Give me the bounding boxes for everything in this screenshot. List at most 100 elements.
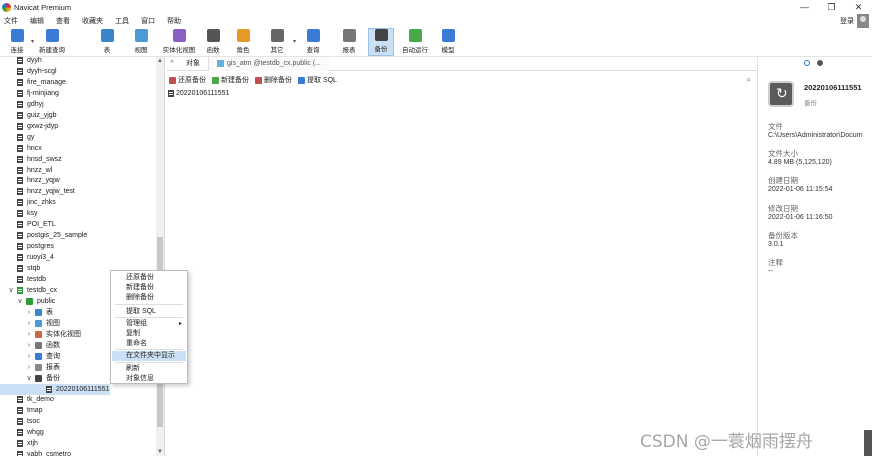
- database-icon: [17, 418, 23, 426]
- tree-item-folder[interactable]: › 查询: [25, 351, 60, 362]
- toolbar-materialized-view-button[interactable]: 实体化视图: [160, 28, 198, 56]
- tree-item-database[interactable]: hnzz_yqjw: [17, 175, 60, 186]
- chevron-right-icon[interactable]: ›: [25, 362, 33, 373]
- context-menu-item[interactable]: 还原备份: [112, 273, 186, 283]
- maximize-button[interactable]: ❐: [818, 0, 845, 14]
- search-icon[interactable]: ⌕: [747, 75, 751, 85]
- user-avatar-icon[interactable]: [857, 14, 869, 28]
- context-menu-item[interactable]: 新建备份: [112, 283, 186, 293]
- chevron-down-icon[interactable]: ∨: [16, 296, 24, 307]
- chevron-right-icon[interactable]: ›: [25, 329, 33, 340]
- toolbar-automation-button[interactable]: 自动运行: [398, 28, 432, 56]
- tree-item-database[interactable]: xtjh: [17, 438, 38, 449]
- object-toolbar-button[interactable]: 还原备份: [169, 75, 206, 85]
- context-menu-item[interactable]: 管理组 ▸: [112, 319, 186, 329]
- tree-item-database[interactable]: jinc_zhks: [17, 197, 56, 208]
- toolbar-other-button[interactable]: 其它 ▾: [262, 28, 296, 56]
- chevron-right-icon[interactable]: ›: [25, 340, 33, 351]
- tree-item-database[interactable]: ∨ public: [16, 296, 55, 307]
- scroll-up-arrow-icon[interactable]: ▲: [157, 58, 163, 64]
- tree-item-database[interactable]: fj-minjiang: [17, 88, 59, 99]
- tree-item-database[interactable]: ksy: [17, 208, 38, 219]
- tree-item-folder[interactable]: › 视图: [25, 318, 60, 329]
- toolbar-role-button[interactable]: 角色: [228, 28, 258, 56]
- tree-item-database[interactable]: postgis_25_sample: [17, 230, 87, 241]
- toolbar-backup-button[interactable]: 备份: [368, 28, 394, 56]
- chevron-down-icon[interactable]: ∨: [7, 285, 15, 296]
- toolbar-connect-button[interactable]: 连接 ▾: [4, 28, 34, 56]
- toolbar-model-button[interactable]: 模型: [436, 28, 460, 56]
- menu-file[interactable]: 文件: [0, 16, 26, 26]
- tab-objects[interactable]: 对象: [178, 56, 209, 71]
- info-tab-ddl[interactable]: [817, 60, 823, 66]
- info-tab-general[interactable]: [804, 60, 810, 66]
- tree-item-folder[interactable]: › 函数: [25, 340, 60, 351]
- tree-item-database[interactable]: ∨ testdb_cx: [7, 285, 57, 296]
- context-menu-item[interactable]: 刷新: [112, 364, 186, 374]
- chevron-down-icon[interactable]: ∨: [25, 373, 33, 384]
- context-menu-item[interactable]: 对象信息: [112, 374, 186, 384]
- tree-item-folder[interactable]: › 表: [25, 307, 53, 318]
- scroll-down-arrow-icon[interactable]: ▼: [157, 449, 163, 455]
- tree-item-folder[interactable]: ∨ 备份: [25, 373, 60, 384]
- minimize-button[interactable]: —: [791, 0, 818, 14]
- tree-item-database[interactable]: gdhyj: [17, 99, 44, 110]
- tree-item-folder[interactable]: › 实体化视图: [25, 329, 81, 340]
- navigation-tree: ▲ ▼ dyyh dyyh-scgl fire_manage fj-minjiang g…: [0, 57, 165, 456]
- chevron-up-icon[interactable]: ^: [166, 60, 178, 67]
- object-toolbar-button[interactable]: 删除备份: [255, 75, 292, 85]
- toolbar-function-button[interactable]: 函数: [202, 28, 224, 56]
- tree-item-database[interactable]: dyyh-scgl: [17, 66, 57, 77]
- tree-item-database[interactable]: yabh_csmetro: [17, 449, 71, 456]
- right-edge-scrollbar[interactable]: [864, 430, 872, 456]
- tree-item-label: public: [37, 297, 56, 305]
- object-toolbar-button[interactable]: 提取 SQL: [298, 75, 337, 85]
- tree-item-database[interactable]: stqb: [17, 263, 40, 274]
- tree-item-database[interactable]: ruoyi3_4: [17, 252, 54, 263]
- tree-item-database[interactable]: guiz_yjgb: [17, 110, 57, 121]
- toolbar-view-button[interactable]: 视图: [126, 28, 156, 56]
- menu-favorites[interactable]: 收藏夹: [78, 16, 111, 26]
- tree-item-database[interactable]: hnsd_swsz: [17, 154, 62, 165]
- toolbar-table-button[interactable]: 表: [92, 28, 122, 56]
- chevron-right-icon[interactable]: ›: [25, 351, 33, 362]
- backup-list-item[interactable]: 20220106111551: [168, 88, 229, 99]
- tree-item-backup[interactable]: 20220106111551: [0, 383, 110, 395]
- menu-help[interactable]: 帮助: [163, 16, 189, 26]
- toolbar-new-query-button[interactable]: 新建查询: [34, 28, 70, 56]
- submenu-arrow-icon: ▸: [178, 321, 182, 327]
- tree-scrollbar[interactable]: ▲ ▼: [156, 57, 164, 456]
- close-button[interactable]: ✕: [845, 0, 872, 14]
- tree-item-database[interactable]: POI_ETL: [17, 219, 56, 230]
- tree-item-database[interactable]: tmap: [17, 405, 43, 416]
- tree-item-database[interactable]: fire_manage: [17, 77, 66, 88]
- menu-tools[interactable]: 工具: [111, 16, 137, 26]
- tree-item-database[interactable]: dyyh: [17, 57, 42, 66]
- tree-item-database[interactable]: hncx: [17, 143, 42, 154]
- tree-item-folder[interactable]: › 报表: [25, 362, 60, 373]
- tree-item-database[interactable]: gxwz-jdyp: [17, 121, 58, 132]
- menu-view[interactable]: 查看: [52, 16, 78, 26]
- context-menu-item[interactable]: 复制: [112, 329, 186, 339]
- tree-item-database[interactable]: whgg: [17, 427, 44, 438]
- tree-item-database[interactable]: testdb: [17, 274, 46, 285]
- login-label[interactable]: 登录: [840, 16, 854, 26]
- object-toolbar-button[interactable]: 新建备份: [212, 75, 249, 85]
- menu-edit[interactable]: 编辑: [26, 16, 52, 26]
- context-menu-item[interactable]: 提取 SQL: [112, 307, 186, 317]
- tree-item-database[interactable]: gy: [17, 132, 34, 143]
- toolbar-report-button[interactable]: 报表: [334, 28, 364, 56]
- chevron-right-icon[interactable]: ›: [25, 318, 33, 329]
- chevron-right-icon[interactable]: ›: [25, 307, 33, 318]
- tree-item-database[interactable]: hnzz_yqjw_test: [17, 186, 75, 197]
- toolbar-query-button[interactable]: 查询: [296, 28, 330, 56]
- tree-item-database[interactable]: postgres: [17, 241, 54, 252]
- tree-item-database[interactable]: hnzz_wl: [17, 165, 52, 176]
- context-menu-item[interactable]: 重命名: [112, 339, 186, 349]
- menu-window[interactable]: 窗口: [137, 16, 163, 26]
- context-menu-item[interactable]: 在文件夹中显示: [112, 351, 186, 361]
- context-menu-item[interactable]: 删除备份: [112, 293, 186, 303]
- tab-query[interactable]: gis_atm @testdb_cx.public (...: [209, 56, 329, 71]
- tree-item-database[interactable]: tsoc: [17, 416, 40, 427]
- tree-item-database[interactable]: tk_demo: [17, 394, 54, 405]
